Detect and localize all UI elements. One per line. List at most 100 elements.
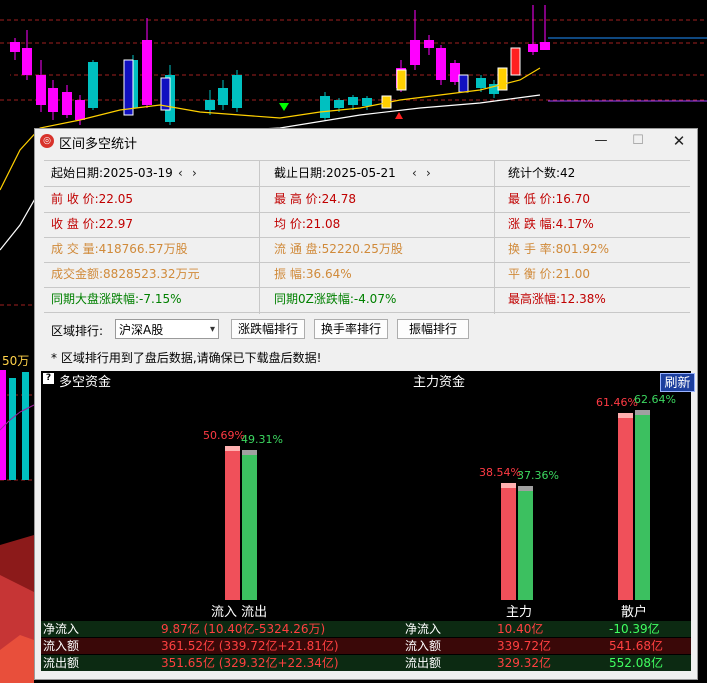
candle-body (123, 59, 134, 116)
bar-cap (618, 413, 633, 419)
candle-body (362, 98, 372, 106)
amplitude-rank-button[interactable]: 振幅排行 (397, 319, 469, 339)
stat-value: 换 手 率:801.92% (508, 242, 610, 256)
outflow-bar (242, 450, 257, 600)
flow-left-cell: 351.65亿 (329.32亿+22.34亿) (161, 656, 339, 670)
outflow-bar (518, 486, 533, 600)
close-button[interactable]: ✕ (661, 129, 697, 153)
inflow-bar (225, 445, 240, 600)
candle-body (142, 40, 152, 105)
market-select[interactable]: 沪深A股 ▾ (115, 319, 219, 339)
inflow-pct-label: 61.46% (596, 396, 638, 410)
candle-body (0, 65, 10, 90)
main-capital-title: 主力资金 (413, 375, 466, 390)
start-next-button[interactable]: › (192, 161, 197, 186)
stat-value: 前 收 价:22.05 (51, 192, 134, 206)
stat-value: 振 幅:36.64% (274, 267, 352, 281)
inflow-bar (618, 413, 633, 600)
start-date: 起始日期:2025-03-19 (51, 166, 173, 180)
stats-row: 前 收 价:22.05 最 高 价:24.78 最 低 价:16.70 (44, 187, 690, 213)
candle-body (334, 100, 344, 108)
help-icon[interactable]: ? (43, 373, 54, 384)
ranking-label: 区域排行: (51, 324, 104, 338)
count-value: 统计个数:42 (508, 166, 576, 180)
turnover-rank-button[interactable]: 换手率排行 (314, 319, 388, 339)
main-label: 主力 (506, 605, 533, 620)
end-next-button[interactable]: › (426, 161, 431, 186)
flow-left-cell: 9.87亿 (10.40亿-5324.26万) (161, 622, 326, 636)
stat-value: 收 盘 价:22.97 (51, 217, 134, 231)
flow-key2-cell: 流出额 (405, 656, 442, 670)
stat-value: 成 交 量:418766.57万股 (51, 242, 188, 256)
stat-value: 成交金额:8828523.32万元 (51, 267, 200, 281)
candle-body (205, 100, 215, 110)
candle-body (497, 67, 508, 91)
flow-main-cell: 329.32亿 (497, 656, 551, 670)
title-bar[interactable]: ◎ 区间多空统计 — ☐ ✕ (35, 129, 697, 153)
flow-key2-cell: 流入额 (405, 639, 442, 653)
candle-body (510, 47, 521, 76)
volume-bar (22, 372, 29, 480)
candle-body (320, 96, 330, 118)
change-rank-button[interactable]: 涨跌幅排行 (231, 319, 305, 339)
stats-grid: 起始日期:2025-03-19 ‹ › 截止日期:2025-05-21 ‹ › … (44, 160, 690, 314)
start-prev-button[interactable]: ‹ (178, 161, 183, 186)
flow-table-row: 净流入 9.87亿 (10.40亿-5324.26万) 净流入 10.40亿 -10.3… (41, 621, 691, 637)
chevron-down-icon: ▾ (209, 324, 215, 335)
flow-left-cell: 361.52亿 (339.72亿+21.81亿) (161, 639, 339, 653)
bull-bear-title: 多空资金 (59, 375, 112, 390)
volume-bar (9, 378, 16, 480)
candle-body (75, 100, 85, 120)
inflow-bar (501, 482, 516, 600)
volume-scale-label: 50万 (2, 354, 30, 368)
bar-cap (518, 486, 533, 492)
candle-body (528, 44, 538, 52)
refresh-button[interactable]: 刷新 (660, 373, 695, 392)
stats-row: 成 交 量:418766.57万股 流 通 盘:52220.25万股 换 手 率:8… (44, 237, 690, 263)
stat-value: 涨 跌 幅:4.17% (508, 217, 594, 231)
flow-key-cell: 净流入 (43, 622, 80, 636)
flow-main-cell: 10.40亿 (497, 622, 544, 636)
candle-body (232, 75, 242, 108)
end-prev-button[interactable]: ‹ (412, 161, 417, 186)
candle-body (540, 42, 550, 50)
sell-signal-icon (279, 103, 289, 111)
candle-body (396, 69, 407, 91)
flow-retail-cell: 541.68亿 (609, 639, 663, 653)
stat-value: 同期大盘涨跌幅:-7.15% (51, 292, 182, 306)
minimize-button[interactable]: — (583, 129, 619, 153)
stats-row: 同期大盘涨跌幅:-7.15% 同期0Z涨跌幅:-4.07% 最高涨幅:12.38% (44, 287, 690, 313)
maximize-button[interactable]: ☐ (620, 129, 656, 153)
candle-body (10, 42, 20, 52)
retail-label: 散户 (621, 605, 648, 620)
flow-main-cell: 339.72亿 (497, 639, 551, 653)
stat-value: 最高涨幅:12.38% (508, 292, 606, 306)
candle-body (88, 62, 98, 108)
candle-body (218, 88, 228, 105)
capital-flow-panel: ? 多空资金 主力资金 刷新 50.69% 49.31% 38.54% 37.36% 6… (41, 371, 695, 671)
flow-retail-cell: 552.08亿 (609, 656, 663, 670)
app-logo-icon: ◎ (40, 134, 54, 148)
candle-body (62, 92, 72, 115)
flow-retail-cell: -10.39亿 (609, 622, 660, 636)
data-notice: * 区域排行用到了盘后数据,请确保已下载盘后数据! (51, 351, 322, 365)
stats-header-row: 起始日期:2025-03-19 ‹ › 截止日期:2025-05-21 ‹ › … (44, 161, 690, 187)
outflow-pct-label: 49.31% (241, 433, 283, 447)
stat-value: 平 衡 价:21.00 (508, 267, 591, 281)
bar-cap (635, 409, 650, 415)
bar-cap (242, 450, 257, 456)
bar-cap (501, 482, 516, 488)
inflow-pct-label: 38.54% (479, 465, 521, 479)
stat-value: 同期0Z涨跌幅:-4.07% (274, 292, 397, 306)
candle-body (48, 88, 58, 112)
candle-body (36, 75, 46, 105)
market-select-value: 沪深A股 (119, 323, 164, 337)
flow-key-cell: 流出额 (43, 656, 80, 670)
candle-body (410, 40, 420, 65)
outflow-pct-label: 37.36% (517, 469, 559, 483)
flow-table-row: 流入额 361.52亿 (339.72亿+21.81亿) 流入额 339.72亿 541… (41, 638, 691, 654)
buy-signal-icon (395, 112, 403, 119)
stat-value: 均 价:21.08 (274, 217, 341, 231)
flow-key-cell: 流入额 (43, 639, 80, 653)
outflow-bar (635, 409, 650, 600)
